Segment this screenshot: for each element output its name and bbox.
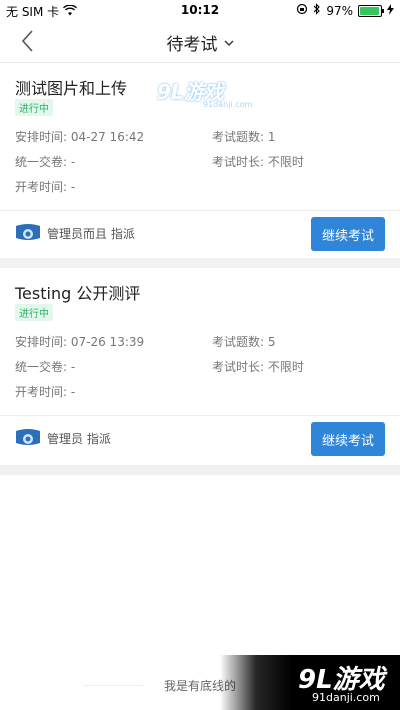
- chevron-down-icon: [224, 40, 233, 46]
- battery-fill: [360, 6, 380, 15]
- charging-icon: [387, 3, 394, 18]
- schedule-field: 安排时间: 04-27 16:42: [15, 128, 144, 145]
- orientation-lock-icon: [296, 3, 308, 18]
- card-gap: [0, 465, 400, 475]
- assigner-text: 管理员而且 指派: [47, 226, 135, 241]
- start-field: 开考时间: -: [15, 383, 75, 400]
- submit-value: -: [70, 155, 76, 169]
- schedule-field: 安排时间: 07-26 13:39: [15, 333, 144, 350]
- duration-label: 考试时长:: [212, 360, 265, 374]
- card-gap: [0, 258, 400, 268]
- duration-field: 考试时长: 不限时: [212, 153, 304, 170]
- card-divider: [0, 210, 400, 211]
- card-divider: [0, 415, 400, 416]
- battery-icon: [358, 4, 384, 17]
- duration-value: 不限时: [267, 360, 304, 374]
- nav-title-area[interactable]: 待考试: [0, 30, 400, 55]
- count-value: 1: [267, 130, 276, 144]
- status-right: 97%: [296, 3, 394, 18]
- continue-exam-button[interactable]: 继续考试: [311, 217, 385, 251]
- exam-title: Testing 公开测评: [15, 284, 141, 303]
- count-label: 考试题数:: [212, 335, 265, 349]
- start-value: -: [70, 180, 76, 194]
- exam-list: 测试图片和上传 进行中 安排时间: 04-27 16:42 考试题数: 1 统一…: [0, 63, 400, 475]
- schedule-label: 安排时间:: [15, 130, 68, 144]
- page-title: 待考试: [166, 35, 218, 55]
- status-badge: 进行中: [15, 99, 53, 116]
- battery-percent: 97%: [326, 3, 353, 18]
- exam-card[interactable]: Testing 公开测评 进行中 安排时间: 07-26 13:39 考试题数:…: [0, 268, 400, 465]
- assigner-text: 管理员 指派: [47, 431, 111, 446]
- duration-label: 考试时长:: [212, 155, 265, 169]
- start-field: 开考时间: -: [15, 178, 75, 195]
- nav-bar: 待考试: [0, 20, 400, 63]
- count-value: 5: [267, 335, 276, 349]
- continue-exam-button[interactable]: 继续考试: [311, 422, 385, 456]
- assigner: 管理员而且 指派: [15, 223, 135, 243]
- count-label: 考试题数:: [212, 130, 265, 144]
- watermark-logo-bottom: 9L游戏 91danji.com: [220, 655, 400, 710]
- duration-value: 不限时: [267, 155, 304, 169]
- watermark-url: 91danji.com: [312, 691, 380, 704]
- count-field: 考试题数: 1: [212, 128, 276, 145]
- exam-title: 测试图片和上传: [15, 79, 128, 98]
- bluetooth-icon: [313, 3, 321, 18]
- submit-label: 统一交卷:: [15, 360, 68, 374]
- schedule-value: 04-27 16:42: [70, 130, 145, 144]
- start-value: -: [70, 385, 76, 399]
- watermark-logo: 9L游戏 91danji.com: [155, 76, 255, 114]
- assigner: 管理员 指派: [15, 428, 111, 448]
- start-label: 开考时间:: [15, 180, 68, 194]
- start-label: 开考时间:: [15, 385, 68, 399]
- submit-field: 统一交卷: -: [15, 358, 75, 375]
- schedule-label: 安排时间:: [15, 335, 68, 349]
- admin-avatar-icon: [16, 429, 40, 445]
- duration-field: 考试时长: 不限时: [212, 358, 304, 375]
- schedule-value: 07-26 13:39: [70, 335, 145, 349]
- submit-field: 统一交卷: -: [15, 153, 75, 170]
- watermark-url: 91danji.com: [203, 100, 253, 109]
- count-field: 考试题数: 5: [212, 333, 276, 350]
- status-bar: 无 SIM 卡 10:12 97%: [0, 0, 400, 20]
- submit-label: 统一交卷:: [15, 155, 68, 169]
- nav-title-dropdown[interactable]: 待考试: [167, 30, 234, 55]
- status-badge: 进行中: [15, 304, 53, 321]
- submit-value: -: [70, 360, 76, 374]
- admin-avatar-icon: [16, 224, 40, 240]
